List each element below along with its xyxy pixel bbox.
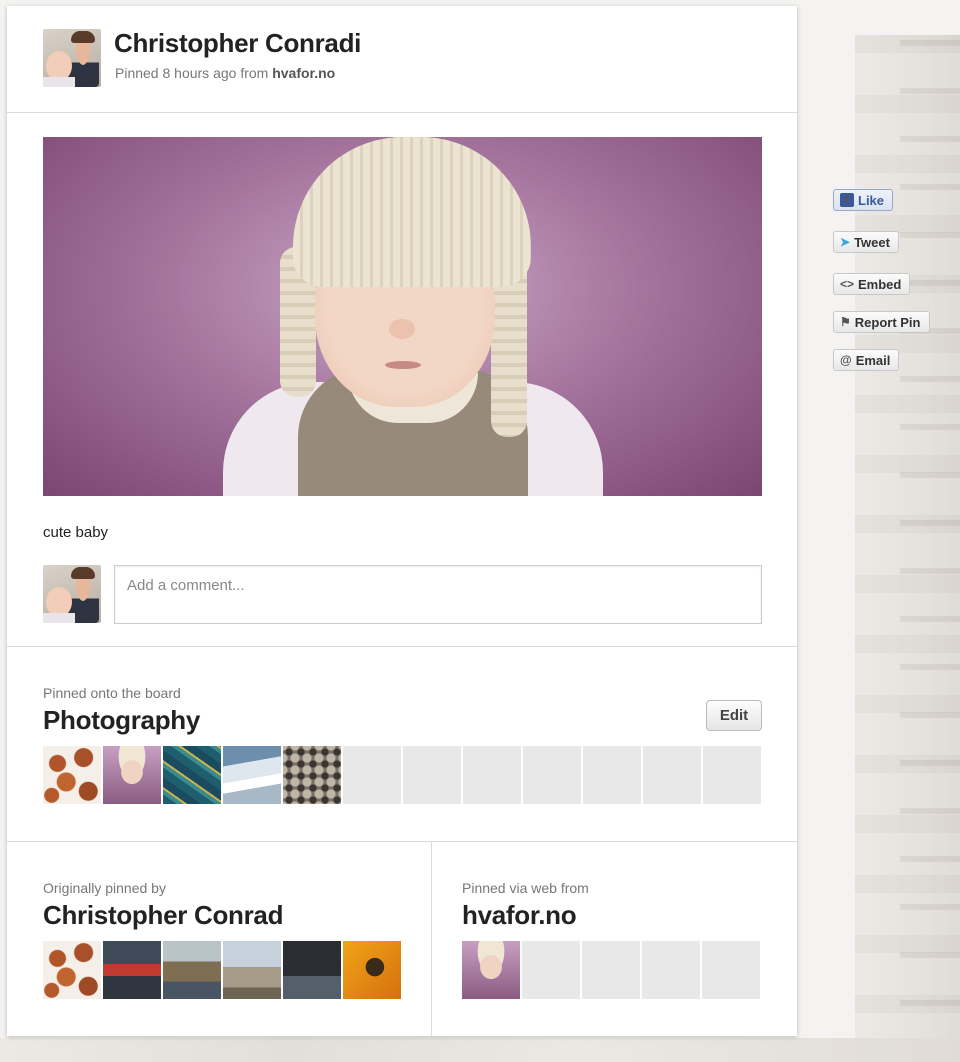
pinner-thumbnail[interactable]	[103, 941, 161, 999]
pin-meta: Pinned 8 hours ago from hvafor.no	[115, 65, 335, 81]
comment-box[interactable]	[114, 565, 762, 624]
empty-thumbnail	[403, 746, 461, 804]
pinner-thumbnail[interactable]	[343, 941, 401, 999]
board-name[interactable]: Photography	[43, 705, 200, 736]
board-thumbnails	[43, 746, 761, 804]
pin-image[interactable]	[43, 137, 762, 496]
via-source-name[interactable]: hvafor.no	[462, 900, 577, 931]
board-thumbnail[interactable]	[283, 746, 341, 804]
pin-card: Christopher Conradi Pinned 8 hours ago f…	[7, 6, 797, 1036]
pin-source-link[interactable]: hvafor.no	[272, 65, 335, 81]
empty-thumbnail	[703, 746, 761, 804]
empty-thumbnail	[643, 746, 701, 804]
empty-thumbnail	[343, 746, 401, 804]
pinner-thumbnail[interactable]	[43, 941, 101, 999]
board-thumbnail[interactable]	[103, 746, 161, 804]
report-pin-button[interactable]: ⚑ Report Pin	[833, 311, 930, 333]
via-label: Pinned via web from	[462, 880, 589, 896]
empty-thumbnail	[583, 746, 641, 804]
twitter-bird-icon: ➤	[840, 235, 851, 249]
original-pinner-thumbnails	[43, 941, 401, 999]
empty-thumbnail	[642, 941, 700, 999]
like-button[interactable]: f Like	[833, 189, 894, 211]
background-photo-texture	[900, 40, 960, 1060]
pin-caption: cute baby	[43, 524, 109, 541]
background-bottom-strip	[0, 1038, 960, 1062]
comment-input[interactable]	[125, 576, 749, 595]
original-pinner-name[interactable]: Christopher Conrad	[43, 900, 283, 931]
email-button[interactable]: @ Email	[833, 349, 900, 371]
pinner-thumbnail[interactable]	[163, 941, 221, 999]
pinner-name[interactable]: Christopher Conradi	[114, 28, 361, 59]
empty-thumbnail	[523, 746, 581, 804]
empty-thumbnail	[582, 941, 640, 999]
original-pinner-label: Originally pinned by	[43, 880, 166, 896]
report-label: Report Pin	[854, 314, 921, 330]
board-label: Pinned onto the board	[43, 685, 181, 701]
embed-button[interactable]: <> Embed	[833, 273, 911, 295]
at-sign-icon: @	[840, 353, 852, 367]
pinner-avatar[interactable]	[43, 29, 101, 87]
divider	[7, 646, 797, 647]
code-brackets-icon: <>	[840, 277, 855, 291]
commenter-avatar	[43, 565, 101, 623]
divider	[7, 112, 797, 113]
divider	[7, 841, 797, 842]
flag-icon: ⚑	[840, 315, 851, 329]
pin-meta-prefix: Pinned 8 hours ago from	[115, 65, 269, 81]
vertical-divider	[431, 842, 432, 1036]
facebook-icon: f	[840, 193, 854, 207]
tweet-label: Tweet	[854, 234, 890, 250]
empty-thumbnail	[522, 941, 580, 999]
pinner-thumbnail[interactable]	[223, 941, 281, 999]
edit-button[interactable]: Edit	[706, 700, 762, 731]
email-label: Email	[855, 352, 891, 368]
board-thumbnail[interactable]	[43, 746, 101, 804]
tweet-button[interactable]: ➤ Tweet	[833, 231, 899, 253]
board-thumbnail[interactable]	[223, 746, 281, 804]
via-source-thumbnails	[462, 941, 760, 999]
like-label: Like	[858, 192, 885, 208]
empty-thumbnail	[702, 941, 760, 999]
source-thumbnail[interactable]	[462, 941, 520, 999]
empty-thumbnail	[463, 746, 521, 804]
pinner-thumbnail[interactable]	[283, 941, 341, 999]
board-thumbnail[interactable]	[163, 746, 221, 804]
embed-label: Embed	[858, 276, 902, 292]
